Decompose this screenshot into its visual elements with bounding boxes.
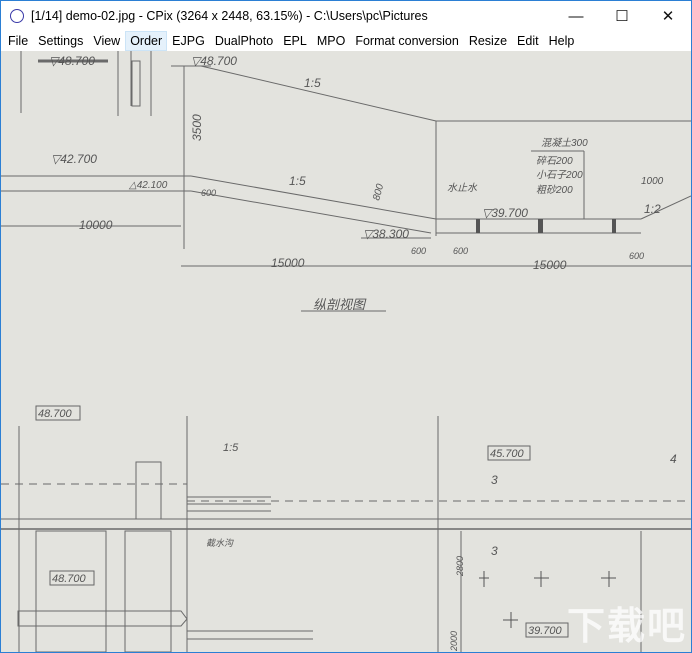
dim-label: 600 [411, 246, 426, 256]
plan-note-label: 截水沟 [206, 538, 234, 548]
menu-dualphoto[interactable]: DualPhoto [210, 31, 278, 51]
dim-label: 600 [453, 246, 468, 256]
menu-format-conversion[interactable]: Format conversion [350, 31, 464, 51]
section-mark: 3 [491, 544, 498, 558]
window-controls: — ☐ ✕ [553, 1, 691, 31]
layer-label: 小石子200 [536, 169, 583, 181]
menu-ejpg[interactable]: EJPG [167, 31, 210, 51]
drawing-photo: ▽48.700 ▽48.700 1:5 3500 ▽42.700 △42.100… [1, 51, 691, 652]
app-logo-icon [10, 9, 24, 23]
layer-label: 混凝土300 [541, 137, 588, 149]
menu-mpo[interactable]: MPO [312, 31, 350, 51]
dim-label: 3500 [190, 114, 204, 141]
menu-view[interactable]: View [88, 31, 125, 51]
title-bar: [1/14] demo-02.jpg - CPix (3264 x 2448, … [1, 1, 691, 31]
slope-label: 1:5 [289, 174, 306, 188]
elev-label: ▽48.700 [191, 54, 237, 68]
dim-label: 15000 [533, 258, 567, 272]
app-window: [1/14] demo-02.jpg - CPix (3264 x 2448, … [0, 0, 692, 653]
minimize-button[interactable]: — [553, 1, 599, 31]
section-mark: 4 [670, 452, 677, 466]
dim-label: 15000 [271, 256, 305, 270]
layer-label: 碎石200 [536, 155, 573, 167]
note-label: 水止水 [447, 182, 478, 194]
plan-elev-label: 45.700 [490, 448, 525, 460]
elev-label: ▽39.700 [482, 206, 528, 220]
layer-label: 粗砂200 [536, 184, 573, 196]
menu-file[interactable]: File [3, 31, 33, 51]
slope-label: 1:5 [304, 76, 321, 90]
section-title: 纵剖视图 [313, 297, 367, 312]
plan-elev-label: 39.700 [528, 625, 563, 637]
elev-label: △42.100 [128, 180, 168, 191]
dim-label: 2000 [449, 631, 459, 652]
plan-elev-label: 48.700 [38, 408, 73, 420]
menu-settings[interactable]: Settings [33, 31, 88, 51]
menu-order[interactable]: Order [125, 31, 168, 51]
watermark-logo: 下载吧 [566, 604, 687, 648]
elev-label: ▽38.300 [363, 227, 409, 241]
dim-label: 1000 [641, 176, 664, 187]
elev-label: ▽48.700 [49, 54, 95, 68]
close-button[interactable]: ✕ [645, 1, 691, 31]
plan-slope-label: 1:5 [223, 442, 239, 454]
plan-elev-label: 48.700 [52, 573, 87, 585]
menu-resize[interactable]: Resize [464, 31, 512, 51]
dim-label: 600 [201, 188, 216, 198]
menu-help[interactable]: Help [544, 31, 580, 51]
dim-label: 2800 [455, 556, 465, 577]
elev-label: ▽42.700 [51, 152, 97, 166]
section-mark: 3 [491, 473, 498, 487]
dim-label: 10000 [79, 218, 113, 232]
menu-bar: File Settings View Order EJPG DualPhoto … [1, 31, 691, 51]
menu-edit[interactable]: Edit [512, 31, 544, 51]
maximize-button[interactable]: ☐ [599, 1, 645, 31]
dim-label: 600 [629, 251, 644, 261]
window-title: [1/14] demo-02.jpg - CPix (3264 x 2448, … [31, 9, 428, 23]
slope-label: 1:2 [644, 202, 661, 216]
image-viewport[interactable]: ▽48.700 ▽48.700 1:5 3500 ▽42.700 △42.100… [1, 51, 691, 652]
menu-epl[interactable]: EPL [278, 31, 312, 51]
